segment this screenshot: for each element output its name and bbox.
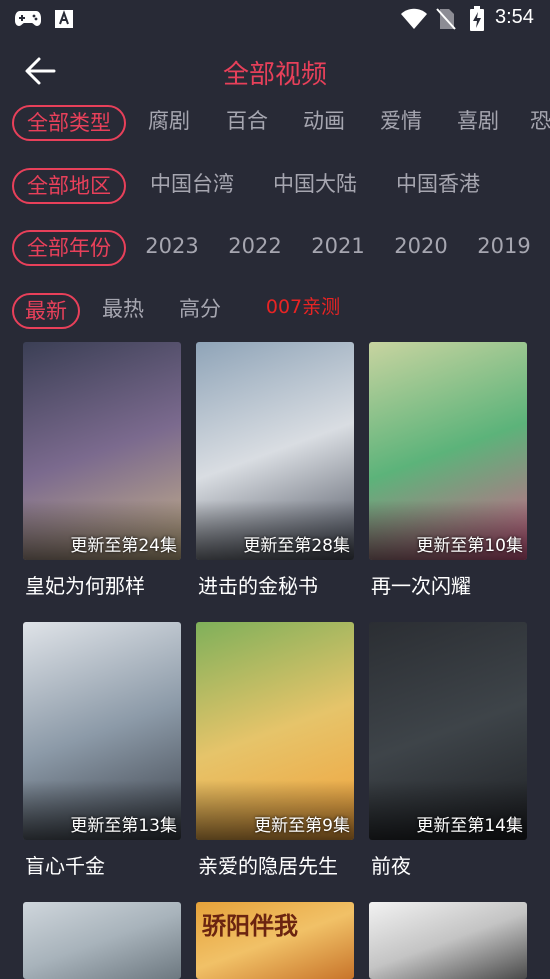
- chip-type-all[interactable]: 全部类型: [12, 105, 126, 141]
- chip-sort-hottest[interactable]: 最热: [96, 293, 150, 329]
- video-title: 亲爱的隐居先生: [198, 854, 338, 878]
- video-title: 前夜: [371, 854, 411, 878]
- no-sim-icon: [436, 8, 456, 30]
- video-poster: 更新至第14集: [369, 622, 527, 840]
- video-poster: 更新至第24集: [23, 342, 181, 560]
- a-icon: [55, 10, 73, 28]
- chip-region-hongkong[interactable]: 中国香港: [390, 168, 486, 204]
- video-poster: 骄阳伴我: [196, 902, 354, 979]
- video-poster: 更新至第28集: [196, 342, 354, 560]
- page-title: 全部视频: [222, 60, 327, 90]
- chip-sort-top-rated[interactable]: 高分: [173, 293, 227, 329]
- video-poster: 更新至第13集: [23, 622, 181, 840]
- chip-year-all[interactable]: 全部年份: [12, 230, 126, 266]
- video-title: 进击的金秘书: [198, 574, 318, 598]
- chip-year-2023[interactable]: 2023: [143, 230, 201, 266]
- promo-label: 007亲测: [265, 296, 341, 318]
- status-bar: 3:54: [0, 0, 550, 38]
- episode-badge: 更新至第28集: [243, 536, 350, 556]
- video-title: 盲心千金: [25, 854, 105, 878]
- chip-type-xiju[interactable]: 喜剧: [452, 105, 504, 141]
- chip-region-mainland[interactable]: 中国大陆: [267, 168, 363, 204]
- sort-filter-row: 最新 最热 高分 007亲测: [0, 293, 550, 333]
- chip-sort-newest[interactable]: 最新: [12, 293, 80, 329]
- region-filter-row: 全部地区 中国台湾 中国大陆 中国香港: [0, 168, 550, 208]
- episode-badge: 更新至第13集: [70, 816, 177, 836]
- episode-badge: 更新至第10集: [416, 536, 523, 556]
- chip-type-kong[interactable]: 恐: [530, 105, 550, 141]
- chip-region-taiwan[interactable]: 中国台湾: [144, 168, 240, 204]
- chip-type-fuju[interactable]: 腐剧: [143, 105, 195, 141]
- chip-type-aiqing[interactable]: 爱情: [375, 105, 427, 141]
- status-time: 3:54: [495, 6, 534, 28]
- video-poster: 更新至第10集: [369, 342, 527, 560]
- top-bar: 全部视频: [0, 46, 550, 96]
- type-filter-row: 全部类型 腐剧 百合 动画 爱情 喜剧 恐: [0, 105, 550, 145]
- video-poster: 更新至第9集: [196, 622, 354, 840]
- episode-badge: 更新至第14集: [416, 816, 523, 836]
- chip-year-2020[interactable]: 2020: [392, 230, 450, 266]
- chip-region-all[interactable]: 全部地区: [12, 168, 126, 204]
- video-title: 再一次闪耀: [371, 574, 471, 598]
- year-filter-row: 全部年份 2023 2022 2021 2020 2019: [0, 230, 550, 270]
- video-poster: [23, 902, 181, 979]
- poster-title-text: 骄阳伴我: [202, 912, 298, 940]
- chip-type-baihe[interactable]: 百合: [221, 105, 273, 141]
- battery-charging-icon: [470, 6, 484, 31]
- video-title: 皇妃为何那样: [25, 574, 145, 598]
- episode-badge: 更新至第24集: [70, 536, 177, 556]
- chip-year-2019[interactable]: 2019: [475, 230, 533, 266]
- chip-type-donghua[interactable]: 动画: [298, 105, 350, 141]
- chip-year-2022[interactable]: 2022: [226, 230, 284, 266]
- wifi-icon: [401, 8, 427, 29]
- episode-badge: 更新至第9集: [254, 816, 350, 836]
- video-poster: [369, 902, 527, 979]
- gamepad-icon: [15, 11, 41, 26]
- chip-year-2021[interactable]: 2021: [309, 230, 367, 266]
